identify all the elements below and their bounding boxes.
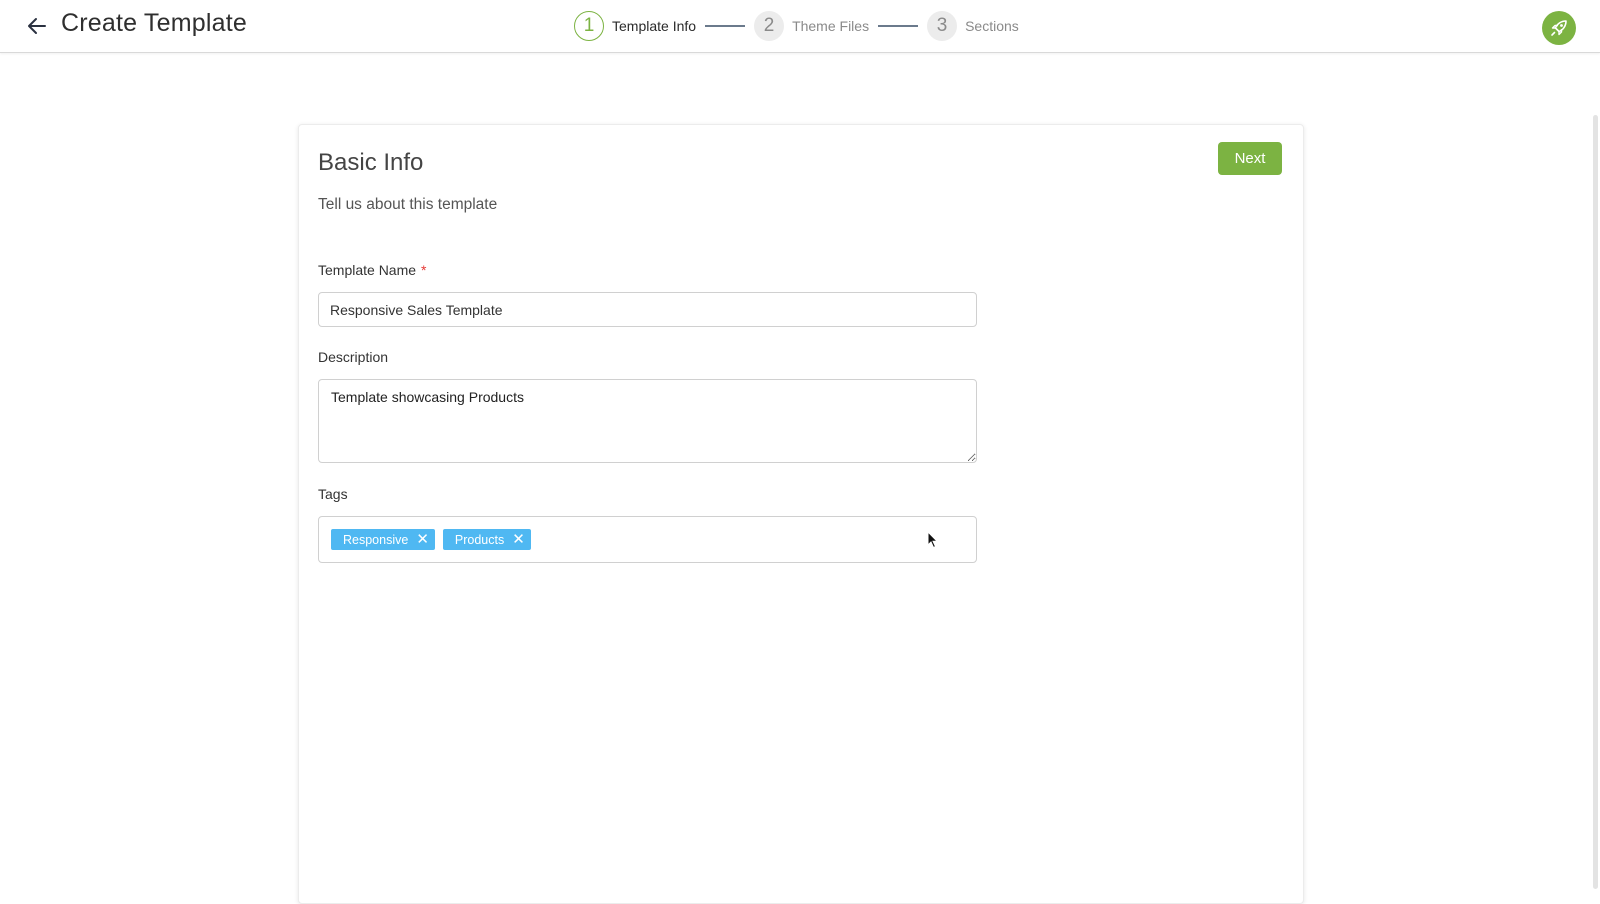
step-label: Theme Files [792, 18, 870, 34]
card-title: Basic Info [318, 149, 424, 176]
rocket-icon [1551, 20, 1567, 36]
step-label: Template Info [612, 18, 697, 34]
avatar[interactable] [1542, 11, 1576, 45]
template-name-input[interactable] [318, 292, 977, 327]
tags-label: Tags [318, 486, 348, 502]
next-button[interactable]: Next [1218, 142, 1282, 175]
required-marker: * [421, 262, 427, 278]
step-label: Sections [965, 18, 1019, 34]
tag-label: Products [454, 532, 505, 547]
page-title: Create Template [61, 9, 247, 37]
step-number: 3 [927, 11, 958, 41]
step-sections[interactable]: 3 Sections [927, 11, 1019, 41]
step-connector [705, 25, 746, 27]
tag-remove-icon[interactable]: ✕ [416, 532, 429, 547]
template-name-label-text: Template Name [318, 262, 417, 278]
tag-chip: Products ✕ [442, 529, 531, 550]
mouse-pointer-icon [927, 531, 939, 549]
top-header: Create Template 1 Template Info 2 Theme … [0, 0, 1600, 53]
step-template-info[interactable]: 1 Template Info [574, 11, 696, 41]
tag-label: Responsive [343, 532, 409, 547]
scrollbar[interactable] [1593, 115, 1598, 889]
template-name-label: Template Name * [318, 262, 427, 278]
description-label: Description [318, 349, 389, 365]
step-theme-files[interactable]: 2 Theme Files [754, 11, 869, 41]
step-connector [878, 25, 919, 27]
step-number: 2 [754, 11, 785, 41]
tag-chip: Responsive ✕ [331, 529, 435, 550]
basic-info-card: Basic Info Tell us about this template N… [298, 124, 1304, 904]
card-subtitle: Tell us about this template [318, 196, 498, 213]
description-textarea[interactable]: Template showcasing Products [318, 379, 977, 463]
tag-remove-icon[interactable]: ✕ [512, 532, 525, 547]
stepper: 1 Template Info 2 Theme Files 3 Sections [574, 10, 1019, 42]
back-button[interactable] [24, 12, 50, 40]
tags-input[interactable]: Responsive ✕ Products ✕ [318, 516, 977, 563]
arrow-left-icon [28, 18, 46, 34]
step-number: 1 [574, 11, 604, 41]
